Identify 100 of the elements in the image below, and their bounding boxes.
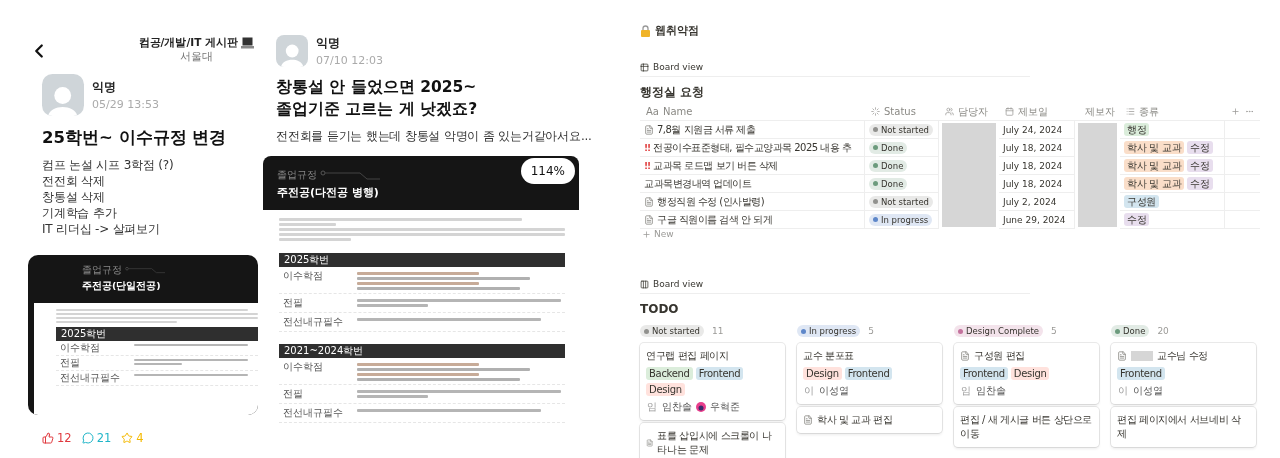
zoom-badge: 114% — [520, 158, 575, 185]
row-label: 전선내규필수 — [283, 407, 344, 420]
status-tag: In progress — [797, 325, 861, 337]
tag: Frontend — [844, 367, 893, 380]
document-heading: 주전공(단일전공) — [82, 280, 162, 294]
column-header[interactable]: Status — [884, 106, 916, 117]
status-tag: Done — [869, 141, 908, 154]
tag: 수정 — [1187, 177, 1213, 190]
card-title: 교수 분포표 — [803, 349, 854, 363]
tag: Frontend — [960, 367, 1008, 380]
section-heading: 2021~2024학번 — [279, 344, 565, 359]
avatar-icon — [48, 84, 78, 116]
tag: 수정 — [1187, 141, 1213, 154]
section-heading: 2025학번 — [279, 253, 565, 268]
lock-icon — [640, 25, 651, 37]
column-header[interactable]: 종류 — [1139, 104, 1159, 119]
urgent-mark: !! — [644, 160, 651, 171]
document-label: 졸업규정 — [277, 168, 317, 183]
date-cell: June 29, 2024 — [1003, 214, 1066, 225]
card-title: 편집 페이지에서 서브네비 삭제 — [1117, 413, 1242, 441]
card-title: 구성원 편집 — [974, 349, 1025, 363]
title-prefix: Aa — [646, 106, 659, 117]
group-count: 5 — [868, 326, 875, 336]
table-icon — [640, 62, 649, 72]
person-name: 이성열 — [1133, 384, 1163, 398]
thumbs-up-icon[interactable] — [42, 432, 54, 445]
view-tab[interactable]: Board view — [653, 62, 704, 72]
person-name: 이성열 — [819, 384, 849, 398]
row-label: 전선내규필수 — [283, 316, 344, 329]
board-card[interactable]: 학사 및 교과 편집 — [797, 407, 942, 433]
card-title: 표를 삽입시에 스크롤이 나타나는 문제 — [657, 429, 773, 457]
post-body-line: 전전회를 듣기는 했는데 창통설 악명이 좀 있는거같아서요... — [276, 128, 592, 145]
row-title[interactable]: 7,8월 지원금 서류 제출 — [657, 122, 756, 137]
list-icon — [1126, 107, 1135, 116]
board-card[interactable]: 연구랩 편집 페이지 Backend Frontend Design 임 임찬솔 우혁준 — [640, 343, 785, 420]
page-icon — [644, 196, 654, 207]
post-time: 05/29 13:53 — [92, 98, 159, 111]
view-tab[interactable]: Board view — [653, 279, 704, 289]
column-header[interactable]: 제보일 — [1018, 104, 1048, 119]
row-label: 전필 — [283, 297, 304, 310]
row-label: 전필 — [283, 388, 304, 401]
row-label: 전선내규필수 — [60, 372, 121, 385]
card-title: 연구랩 편집 페이지 — [646, 349, 729, 363]
board-card[interactable]: 편집 / 새 게시글 버튼 상단으로 이동 — [954, 407, 1099, 447]
board-card[interactable]: 구성원 편집 Frontend Design 임 임찬솔 — [954, 343, 1099, 404]
person-name: 임찬솔 — [976, 384, 1006, 398]
card-title: 학사 및 교과 편집 — [817, 413, 893, 427]
avatar-icon — [280, 43, 304, 67]
column-header[interactable]: 담당자 — [958, 104, 988, 119]
column-header[interactable]: Name — [662, 106, 693, 117]
row-label: 이수학점 — [283, 270, 324, 283]
board-card[interactable]: 교수 분포표 Design Frontend 이 이성열 — [797, 343, 942, 404]
tag: Frontend — [695, 367, 744, 380]
page-icon — [644, 214, 654, 225]
status-tag: Design Complete — [954, 325, 1043, 337]
database-title: 행정실 요청 — [640, 84, 706, 101]
row-title[interactable]: 교과목 로드맵 보기 버튼 삭제 — [653, 158, 778, 173]
status-tag: Not started — [869, 123, 934, 136]
add-column-button[interactable] — [1231, 107, 1240, 116]
board-card[interactable]: 교수님 수정 Frontend 이 이성열 — [1111, 343, 1256, 404]
page-icon — [960, 351, 970, 361]
school-name: 서울대 — [179, 50, 213, 64]
group-count: 20 — [1157, 326, 1169, 336]
board-title: 컴공/개발/IT 게시판 — [138, 36, 238, 50]
post-body-line: 컴프 논설 시프 3학점 (?) — [42, 157, 174, 174]
comment-icon[interactable] — [81, 432, 94, 445]
status-tag: Not started — [640, 325, 705, 337]
star-icon[interactable] — [121, 432, 134, 445]
row-title[interactable]: 행정직원 수정 (인사발령) — [657, 194, 765, 209]
tag: Backend — [646, 367, 693, 380]
board-icon — [640, 279, 649, 289]
row-label: 이수학점 — [60, 342, 101, 355]
tag: 수정 — [1187, 159, 1213, 172]
post-body-line: 창통설 삭제 — [42, 189, 105, 206]
row-title[interactable]: 교과목변경내역 업데이트 — [644, 176, 752, 191]
group-count: 11 — [712, 326, 724, 336]
more-button[interactable] — [1245, 107, 1254, 116]
row-label: 전필 — [60, 357, 81, 370]
row-title[interactable]: 전공이수표준형태, 필수교양과목 2025 내용 추 — [653, 140, 852, 155]
row-title[interactable]: 구글 직원이름 검색 안 되게 — [657, 212, 773, 227]
tag: 학사 및 교과 — [1124, 159, 1185, 172]
column-header[interactable]: 제보자 — [1085, 104, 1115, 119]
row-label: 이수학점 — [283, 361, 324, 374]
tag: Design — [646, 383, 685, 396]
reaction-count: 12 — [57, 431, 72, 446]
laptop-icon — [241, 37, 254, 49]
reaction-count: 21 — [96, 431, 112, 446]
board-card[interactable]: 편집 페이지에서 서브네비 삭제 — [1111, 407, 1256, 447]
add-icon — [642, 229, 651, 239]
card-title: 교수님 수정 — [1157, 349, 1208, 363]
page-icon — [1117, 351, 1127, 361]
status-tag: Done — [869, 159, 908, 172]
person-name: 우혁준 — [710, 400, 740, 414]
tag: Frontend — [1117, 367, 1165, 380]
status-tag: Done — [869, 177, 908, 190]
board-card[interactable]: 표를 삽입시에 스크롤이 나타나는 문제 — [640, 423, 785, 458]
tag: 구성원 — [1124, 195, 1160, 208]
tag: 수정 — [1124, 213, 1150, 226]
status-tag: Done — [1111, 325, 1150, 337]
post-title: 창통설 안 들었으면 2025~ 졸업기준 고르는 게 낫겠죠? — [275, 77, 479, 120]
